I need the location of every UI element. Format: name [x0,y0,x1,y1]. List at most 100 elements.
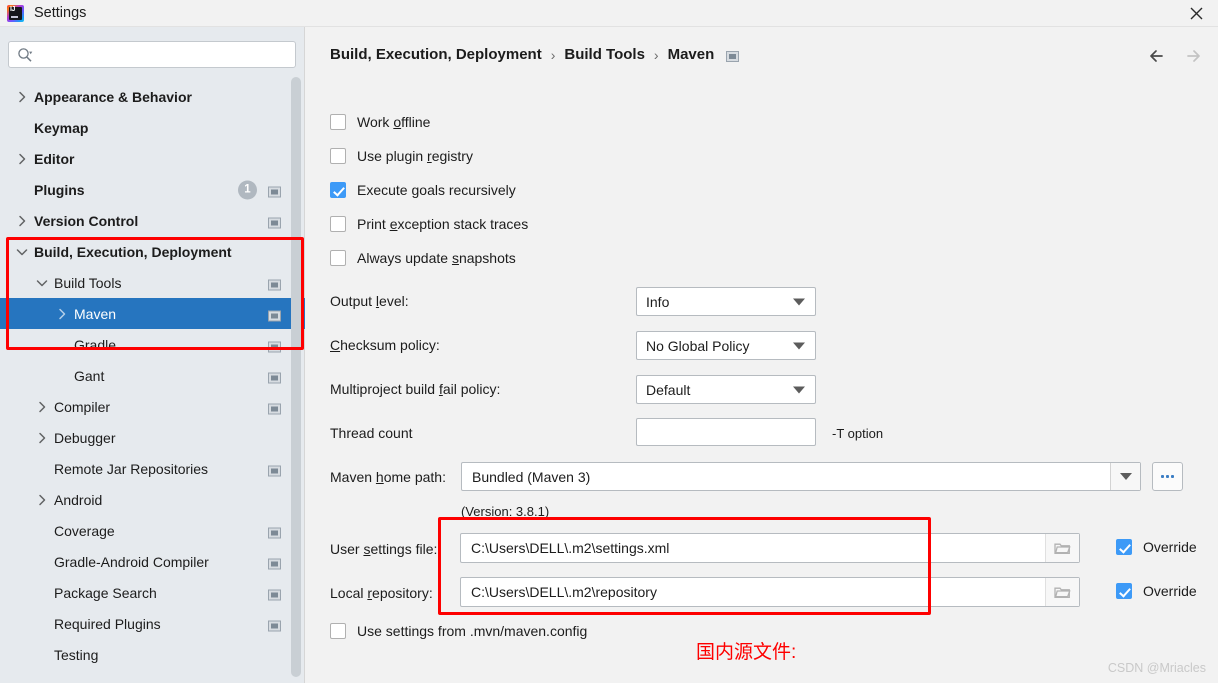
search-input[interactable] [39,42,289,67]
breadcrumb-separator: › [653,46,659,63]
arrow-right-icon[interactable] [1182,45,1204,67]
local-repository-value: C:\Users\DELL\.m2\repository [471,584,657,600]
override-label: Override [1143,539,1197,555]
checksum-policy-value: No Global Policy [646,337,750,354]
ellipsis-icon[interactable] [1152,462,1183,491]
sidebar-item-label: Build, Execution, Deployment [34,243,232,260]
settings-sync-icon[interactable] [268,463,281,476]
sidebar-item-gradle-android-compiler[interactable]: Gradle-Android Compiler [0,546,305,577]
thread-count-input[interactable] [636,418,816,446]
breadcrumb-item-maven[interactable]: Maven [668,46,715,63]
sidebar-item-appearance-behavior[interactable]: Appearance & Behavior [0,81,305,112]
settings-sync-icon[interactable] [268,525,281,538]
breadcrumb-item-build-execution-deployment[interactable]: Build, Execution, Deployment [330,46,542,63]
sidebar-item-build-execution-deployment[interactable]: Build, Execution, Deployment [0,236,305,267]
folder-icon[interactable] [1045,534,1079,562]
checkbox-use-plugin-registry[interactable]: Use plugin registry [330,148,473,164]
folder-icon[interactable] [1045,578,1079,606]
sidebar-item-build-tools[interactable]: Build Tools [0,267,305,298]
settings-sync-icon[interactable] [268,618,281,631]
sidebar-scrollbar-thumb[interactable] [291,77,301,677]
chevron-right-icon[interactable] [54,306,70,322]
sidebar-item-label: Version Control [34,212,139,229]
settings-sync-icon[interactable] [268,370,281,383]
override-label: Override [1143,583,1197,599]
settings-sync-icon[interactable] [268,215,281,228]
search-box[interactable] [8,41,296,68]
sidebar-item-label: Build Tools [54,274,122,291]
user-settings-file-input[interactable]: C:\Users\DELL\.m2\settings.xml [460,533,1080,563]
settings-sync-icon[interactable] [268,339,281,352]
settings-sync-icon[interactable] [268,184,281,197]
chevron-down-icon[interactable] [1110,463,1140,490]
sidebar-item-required-plugins[interactable]: Required Plugins [0,608,305,639]
checkbox-execute-goals-recursively[interactable]: Execute goals recursively [330,182,516,198]
chevron-right-icon[interactable] [14,89,30,105]
chevron-down-icon[interactable] [34,275,50,291]
settings-sync-icon[interactable] [268,277,281,290]
checksum-policy-dropdown[interactable]: No Global Policy [636,331,816,360]
annotation-note: 国内源文件: [696,642,797,663]
local-repository-input[interactable]: C:\Users\DELL\.m2\repository [460,577,1080,607]
fail-policy-dropdown[interactable]: Default [636,375,816,404]
sidebar-item-label: Package Search [54,584,157,601]
sidebar-item-testing[interactable]: Testing [0,639,305,670]
sidebar-item-label: Appearance & Behavior [34,88,192,105]
maven-version-text: (Version: 3.8.1) [461,504,550,519]
sidebar-item-label: Keymap [34,119,89,136]
sidebar-item-debugger[interactable]: Debugger [0,422,305,453]
user-settings-override-checkbox[interactable]: Override [1116,539,1197,555]
sidebar-item-label: Android [54,491,103,508]
settings-sync-icon[interactable] [268,587,281,600]
close-icon[interactable] [1174,0,1218,27]
maven-settings-panel: Build, Execution, Deployment › Build Too… [306,27,1218,683]
sidebar-item-gradle[interactable]: Gradle [0,329,305,360]
chevron-right-icon[interactable] [14,213,30,229]
sidebar-item-keymap[interactable]: Keymap [0,112,305,143]
output-level-dropdown[interactable]: Info [636,287,816,316]
search-field-wrapper [8,41,296,68]
chevron-down-icon[interactable] [14,244,30,260]
sidebar-item-editor[interactable]: Editor [0,143,305,174]
checkbox-always-update-snapshots[interactable]: Always update snapshots [330,250,516,266]
arrow-left-icon[interactable] [1146,45,1168,67]
chevron-right-icon[interactable] [34,430,50,446]
checkbox-box [1116,583,1132,599]
sidebar-item-label: Plugins [34,181,85,198]
sidebar-item-maven[interactable]: Maven [0,298,305,329]
maven-home-path-value: Bundled (Maven 3) [472,468,591,485]
sidebar-item-coverage[interactable]: Coverage [0,515,305,546]
maven-home-path-combo[interactable]: Bundled (Maven 3) [461,462,1141,491]
fail-policy-value: Default [646,381,691,398]
breadcrumb-item-build-tools[interactable]: Build Tools [564,46,645,63]
sidebar-item-label: Remote Jar Repositories [54,460,209,477]
sidebar-item-label: Editor [34,150,75,167]
sidebar-item-version-control[interactable]: Version Control [0,205,305,236]
sidebar-item-gant[interactable]: Gant [0,360,305,391]
chevron-right-icon[interactable] [34,399,50,415]
checkbox-work-offline[interactable]: Work offline [330,114,430,130]
sidebar-item-plugins[interactable]: Plugins 1 [0,174,305,205]
local-repository-override-checkbox[interactable]: Override [1116,583,1197,599]
checkbox-print-exception-stack-traces[interactable]: Print exception stack traces [330,216,528,232]
navigation-buttons [1146,45,1204,67]
settings-sync-icon[interactable] [268,308,281,321]
use-mvn-maven-config-label: Use settings from .mvn/maven.config [357,623,588,639]
sidebar-item-android[interactable]: Android [0,484,305,515]
use-mvn-maven-config-checkbox[interactable]: Use settings from .mvn/maven.config [330,623,587,639]
settings-sync-icon[interactable] [726,49,740,62]
chevron-down-icon [793,342,805,349]
settings-sync-icon[interactable] [268,401,281,414]
chevron-right-icon[interactable] [14,151,30,167]
sidebar-item-compiler[interactable]: Compiler [0,391,305,422]
sidebar-item-package-search[interactable]: Package Search [0,577,305,608]
chevron-right-icon[interactable] [34,492,50,508]
settings-dialog: Settings Appearance & Behavior Keymap Edit… [0,0,1218,683]
sidebar-item-remote-jar-repositories[interactable]: Remote Jar Repositories [0,453,305,484]
settings-sync-icon[interactable] [268,556,281,569]
